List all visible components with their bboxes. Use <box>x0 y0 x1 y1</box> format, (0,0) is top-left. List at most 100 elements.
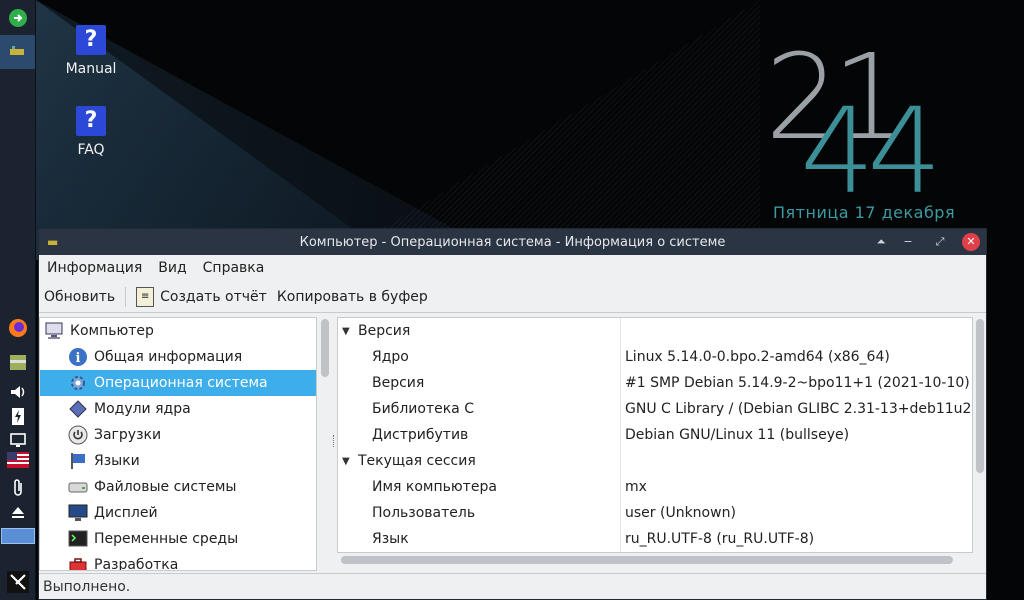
refresh-button[interactable]: Обновить <box>44 289 115 305</box>
close-icon[interactable]: ✕ <box>962 233 980 251</box>
detail-row[interactable]: Имя компьютера mx <box>338 474 972 500</box>
detail-value: #1 SMP Debian 5.14.9-2~bpo11+1 (2021-10-… <box>625 375 970 391</box>
eject-icon[interactable] <box>4 500 32 524</box>
category-tree: Компьютер i Общая информация Операционна… <box>39 317 317 571</box>
maximize-icon[interactable]: ⤢ <box>931 233 949 251</box>
collapse-arrow-icon[interactable]: ▼ <box>342 326 350 337</box>
tree-item-display[interactable]: Дисплей <box>40 500 316 526</box>
menu-bar: Информация Вид Справка <box>39 255 986 281</box>
tree-item-label: Дисплей <box>94 505 158 521</box>
keyboard-layout-flag-icon[interactable] <box>4 448 32 472</box>
detail-value: ru_RU.UTF-8 (ru_RU.UTF-8) <box>625 531 815 547</box>
file-manager-icon[interactable] <box>4 350 32 374</box>
detail-value: mx <box>625 479 647 495</box>
tree-item-languages[interactable]: Языки <box>40 448 316 474</box>
section-header[interactable]: ▼ Версия <box>338 318 972 344</box>
status-bar: Выполнено. <box>39 573 986 599</box>
tree-item-label: Общая информация <box>94 349 243 365</box>
details-vertical-scrollbar-thumb[interactable] <box>976 319 984 473</box>
mx-menu-icon[interactable] <box>4 570 32 594</box>
firefox-icon[interactable] <box>4 316 32 340</box>
detail-row[interactable]: Пользователь user (Unknown) <box>338 500 972 526</box>
toolbar-separator <box>125 286 127 307</box>
detail-row[interactable]: Ядро Linux 5.14.0-0.bpo.2-amd64 (x86_64) <box>338 344 972 370</box>
detail-row[interactable]: Язык ru_RU.UTF-8 (ru_RU.UTF-8) <box>338 526 972 552</box>
detail-row[interactable]: Библиотека C GNU C Library / (Debian GLI… <box>338 396 972 422</box>
detail-key: Имя компьютера <box>372 479 497 495</box>
tree-item-filesystems[interactable]: Файловые системы <box>40 474 316 500</box>
tree-item-label: Языки <box>94 453 140 469</box>
desktop-icon-manual[interactable]: ? Manual <box>51 25 131 77</box>
detail-value: Debian GNU/Linux 11 (bullseye) <box>625 427 850 443</box>
splitter-grip <box>333 435 335 447</box>
power-icon <box>68 425 88 445</box>
tree-item-label: Переменные среды <box>94 531 239 547</box>
help-icon: ? <box>76 106 106 136</box>
detail-row[interactable]: Версия #1 SMP Debian 5.14.9-2~bpo11+1 (2… <box>338 370 972 396</box>
create-report-button[interactable]: ≡ Создать отчёт <box>136 286 267 307</box>
tree-item-label: Загрузки <box>94 427 162 443</box>
menu-view[interactable]: Вид <box>158 260 186 276</box>
help-icon: ? <box>76 25 106 55</box>
menu-info[interactable]: Информация <box>47 260 142 276</box>
detail-value: GNU C Library / (Debian GLIBC 2.31-13+de… <box>625 401 973 417</box>
clipboard-icon[interactable] <box>4 476 32 500</box>
minimize-icon[interactable]: − <box>899 233 917 251</box>
flag-icon <box>68 451 88 471</box>
shade-icon[interactable]: ⏶ <box>872 233 890 251</box>
volume-icon[interactable] <box>4 380 32 404</box>
details-horizontal-scrollbar-thumb[interactable] <box>341 556 953 564</box>
report-icon: ≡ <box>136 286 155 307</box>
tree-item-label: Разработка <box>94 557 179 571</box>
desktop-icon-faq[interactable]: ? FAQ <box>51 106 131 158</box>
desktop-icon-label: FAQ <box>77 142 105 158</box>
detail-key: Язык <box>372 531 409 547</box>
tree-item-label: Модули ядра <box>94 401 191 417</box>
tree-item-development[interactable]: Разработка <box>40 552 316 571</box>
window-title: Компьютер - Операционная система - Инфор… <box>299 234 726 250</box>
svg-text:i: i <box>76 351 81 366</box>
details-list: ▼ Версия Ядро Linux 5.14.0-0.bpo.2-amd64… <box>337 317 973 553</box>
detail-value: Linux 5.14.0-0.bpo.2-amd64 (x86_64) <box>625 349 890 365</box>
desktop-icon-label: Manual <box>65 61 117 77</box>
tree-item-kernel-modules[interactable]: Модули ядра <box>40 396 316 422</box>
taskbar-window-sysinfo[interactable] <box>0 35 35 69</box>
tree-item-operating-system[interactable]: Операционная система <box>40 370 316 396</box>
terminal-icon <box>68 529 88 549</box>
wallpaper-texture <box>380 0 760 230</box>
side-panel <box>0 0 36 600</box>
clock-minutes: 44 <box>800 82 942 220</box>
detail-row[interactable]: Дистрибутив Debian GNU/Linux 11 (bullsey… <box>338 422 972 448</box>
workspace-switcher[interactable] <box>1 528 35 544</box>
detail-key: Пользователь <box>372 505 476 521</box>
content-area: Компьютер i Общая информация Операционна… <box>39 313 986 571</box>
computer-icon <box>44 321 64 341</box>
toolbox-icon <box>68 555 88 570</box>
info-icon: i <box>68 347 88 367</box>
copy-to-clipboard-button[interactable]: Копировать в буфер <box>277 289 428 305</box>
app-icon: ▬ <box>47 235 59 249</box>
menu-help[interactable]: Справка <box>203 260 265 276</box>
logout-icon[interactable] <box>4 6 32 30</box>
detail-value: user (Unknown) <box>625 505 736 521</box>
sysinfo-window: ▬ Компьютер - Операционная система - Инф… <box>38 228 987 600</box>
tree-scrollbar[interactable] <box>318 317 332 571</box>
details-horizontal-scrollbar[interactable] <box>337 553 986 567</box>
pane-splitter[interactable] <box>332 317 336 571</box>
gear-icon <box>68 373 88 393</box>
tree-item-computer[interactable]: Компьютер <box>40 318 316 344</box>
drive-icon <box>68 477 88 497</box>
detail-key: Ядро <box>372 349 409 365</box>
collapse-arrow-icon[interactable]: ▼ <box>342 456 350 467</box>
title-bar[interactable]: ▬ Компьютер - Операционная система - Инф… <box>39 229 986 255</box>
tree-item-boots[interactable]: Загрузки <box>40 422 316 448</box>
power-manager-icon[interactable] <box>4 404 32 428</box>
tree-scrollbar-thumb[interactable] <box>321 319 329 377</box>
tree-item-environment[interactable]: Переменные среды <box>40 526 316 552</box>
tree-item-summary[interactable]: i Общая информация <box>40 344 316 370</box>
status-text: Выполнено. <box>43 578 131 595</box>
section-header[interactable]: ▼ Текущая сессия <box>338 448 972 474</box>
tree-item-label: Файловые системы <box>94 479 237 495</box>
section-title: Текущая сессия <box>358 453 476 469</box>
details-vertical-scrollbar[interactable] <box>973 317 986 553</box>
